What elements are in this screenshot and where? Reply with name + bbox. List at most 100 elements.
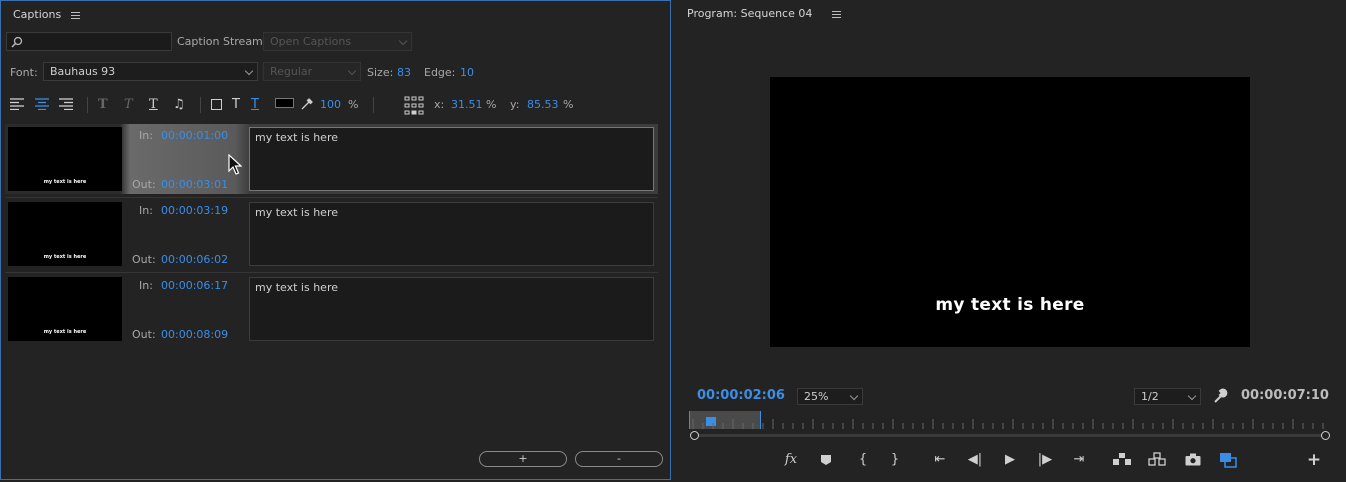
- music-note-icon[interactable]: ♫: [173, 97, 185, 113]
- thumbnail-text: my text is here: [43, 329, 87, 335]
- caption-stream-select[interactable]: Open Captions: [263, 32, 412, 51]
- go-to-in-icon[interactable]: ⇤: [931, 452, 949, 468]
- program-panel-title: Program: Sequence 04: [687, 7, 813, 20]
- caption-thumbnail: my text is here: [8, 277, 122, 341]
- background-box-icon[interactable]: [211, 99, 222, 110]
- chevron-down-icon: [398, 36, 408, 46]
- button-editor-icon[interactable]: +: [1305, 452, 1323, 469]
- caption-text-field[interactable]: my text is here: [249, 127, 654, 191]
- caption-text-field[interactable]: my text is here: [249, 202, 654, 266]
- resolution-select[interactable]: 1/2: [1134, 388, 1201, 405]
- opacity-value[interactable]: 100: [320, 98, 341, 111]
- search-icon: [11, 36, 23, 48]
- mouse-cursor-icon: [228, 154, 242, 175]
- align-left-icon[interactable]: [10, 98, 24, 110]
- underline-icon[interactable]: T: [149, 97, 158, 113]
- out-label: Out:: [132, 253, 156, 266]
- in-timecode[interactable]: 00:00:03:19: [161, 204, 228, 217]
- edge-label: Edge:: [424, 66, 456, 79]
- add-caption-button[interactable]: +: [479, 451, 567, 467]
- in-timecode[interactable]: 00:00:06:17: [161, 279, 228, 292]
- thumbnail-text: my text is here: [43, 254, 87, 260]
- font-select[interactable]: Bauhaus 93: [43, 62, 258, 81]
- size-label: Size:: [367, 66, 394, 79]
- caption-text-field[interactable]: my text is here: [249, 277, 654, 341]
- caption-stream-label: Caption Stream:: [177, 35, 267, 48]
- lift-icon[interactable]: [1113, 452, 1131, 466]
- x-percent: %: [486, 98, 497, 111]
- out-timecode[interactable]: 00:00:06:02: [161, 253, 228, 266]
- font-style-value: Regular: [270, 65, 313, 78]
- font-value: Bauhaus 93: [50, 65, 116, 78]
- add-marker-icon[interactable]: [820, 454, 832, 466]
- bold-icon[interactable]: T: [98, 97, 108, 113]
- time-ruler[interactable]: [689, 411, 1329, 429]
- out-label: Out:: [132, 328, 156, 341]
- row-divider: [5, 197, 658, 198]
- ruler-ticks: [692, 419, 1324, 429]
- align-right-icon[interactable]: [59, 98, 73, 110]
- captions-panel: Captions Caption Stream: Open Captions F…: [0, 0, 671, 480]
- out-timecode[interactable]: 00:00:08:09: [161, 328, 228, 341]
- extract-icon[interactable]: [1148, 452, 1166, 466]
- position-grid-icon[interactable]: [404, 96, 424, 116]
- mark-in-icon[interactable]: {: [854, 452, 872, 468]
- font-style-select[interactable]: Regular: [263, 62, 361, 81]
- panel-menu-icon[interactable]: [831, 10, 841, 18]
- zoom-scroll-track[interactable]: [693, 434, 1327, 437]
- caption-thumbnail: my text is here: [8, 127, 122, 191]
- export-frame-icon[interactable]: [1185, 453, 1201, 466]
- in-label: In:: [139, 129, 153, 142]
- italic-icon[interactable]: T: [124, 97, 133, 113]
- panel-menu-icon[interactable]: [70, 11, 80, 19]
- search-input[interactable]: [6, 32, 172, 51]
- toolbar-divider: [87, 97, 88, 113]
- align-center-icon[interactable]: [35, 98, 49, 110]
- step-forward-icon[interactable]: |▶: [1036, 452, 1054, 468]
- wrench-icon[interactable]: [1212, 388, 1228, 404]
- mark-out-icon[interactable]: }: [886, 452, 904, 468]
- y-value[interactable]: 85.53: [527, 98, 559, 111]
- caption-row[interactable]: my text is here In: 00:00:03:19 Out: 00:…: [5, 199, 658, 269]
- program-panel-header[interactable]: Program: Sequence 04: [687, 7, 841, 20]
- toolbar-divider: [373, 97, 374, 113]
- zoom-handle-right[interactable]: [1321, 431, 1330, 440]
- out-label: Out:: [132, 178, 156, 191]
- current-timecode[interactable]: 00:00:02:06: [697, 388, 785, 403]
- captions-panel-title: Captions: [13, 8, 62, 21]
- resolution-value: 1/2: [1141, 390, 1159, 403]
- in-label: In:: [139, 279, 153, 292]
- caption-stream-value: Open Captions: [270, 35, 352, 48]
- program-monitor-video[interactable]: my text is here: [770, 77, 1250, 347]
- color-swatch[interactable]: [275, 98, 294, 108]
- remove-caption-button[interactable]: -: [575, 451, 663, 467]
- step-back-icon[interactable]: ◀|: [966, 452, 984, 468]
- font-label: Font:: [10, 66, 38, 79]
- fx-toggle-icon[interactable]: fx: [782, 452, 800, 468]
- play-icon[interactable]: ▶: [1001, 452, 1019, 468]
- video-caption-text: my text is here: [935, 295, 1085, 315]
- captions-panel-header[interactable]: Captions: [13, 8, 80, 21]
- toolbar-divider: [200, 97, 201, 113]
- chevron-down-icon: [849, 391, 859, 401]
- text-edge-icon[interactable]: T: [251, 97, 259, 113]
- in-timecode[interactable]: 00:00:01:00: [161, 129, 228, 142]
- zoom-select[interactable]: 25%: [797, 388, 863, 405]
- eyedropper-icon[interactable]: [300, 97, 314, 111]
- text-color-icon[interactable]: T: [232, 97, 240, 113]
- size-value[interactable]: 83: [397, 66, 411, 79]
- chevron-down-icon: [1187, 391, 1197, 401]
- x-label: x:: [434, 98, 445, 111]
- row-divider: [5, 272, 658, 273]
- out-timecode[interactable]: 00:00:03:01: [161, 178, 228, 191]
- caption-row[interactable]: my text is here In: 00:00:01:00 Out: 00:…: [5, 124, 658, 194]
- y-label: y:: [510, 98, 520, 111]
- x-value[interactable]: 31.51: [451, 98, 483, 111]
- comparison-view-icon[interactable]: [1219, 452, 1237, 468]
- zoom-handle-left[interactable]: [690, 431, 699, 440]
- caption-row[interactable]: my text is here In: 00:00:06:17 Out: 00:…: [5, 274, 658, 344]
- go-to-out-icon[interactable]: ⇥: [1070, 452, 1088, 468]
- chevron-down-icon: [347, 66, 357, 76]
- duration-timecode: 00:00:07:10: [1241, 388, 1329, 403]
- edge-value[interactable]: 10: [460, 66, 474, 79]
